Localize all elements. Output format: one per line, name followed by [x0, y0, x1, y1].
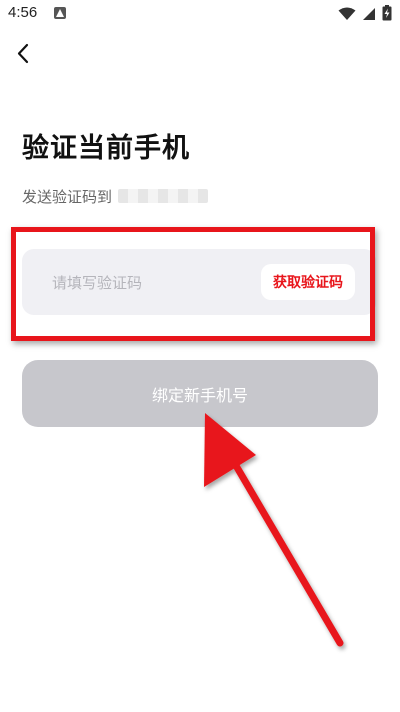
notification-app-icon — [54, 7, 66, 19]
status-time: 4:56 — [8, 4, 38, 21]
page-title: 验证当前手机 — [22, 133, 190, 164]
wifi-icon — [338, 6, 356, 25]
verification-code-input[interactable] — [50, 268, 254, 298]
status-icons — [338, 5, 392, 25]
masked-phone-number — [118, 189, 209, 203]
back-button[interactable] — [10, 40, 38, 68]
verification-code-field: 获取验证码 — [22, 249, 376, 315]
bind-new-phone-button[interactable]: 绑定新手机号 — [22, 360, 378, 427]
battery-charging-icon — [382, 5, 392, 25]
get-code-button[interactable]: 获取验证码 — [261, 264, 355, 300]
arrow-annotation — [204, 413, 344, 647]
status-bar: 4:56 — [0, 0, 400, 28]
send-code-target: 发送验证码到 — [22, 185, 209, 207]
signal-icon — [362, 6, 376, 25]
subtitle-text: 发送验证码到 — [22, 187, 113, 206]
chevron-left-icon — [10, 43, 38, 72]
